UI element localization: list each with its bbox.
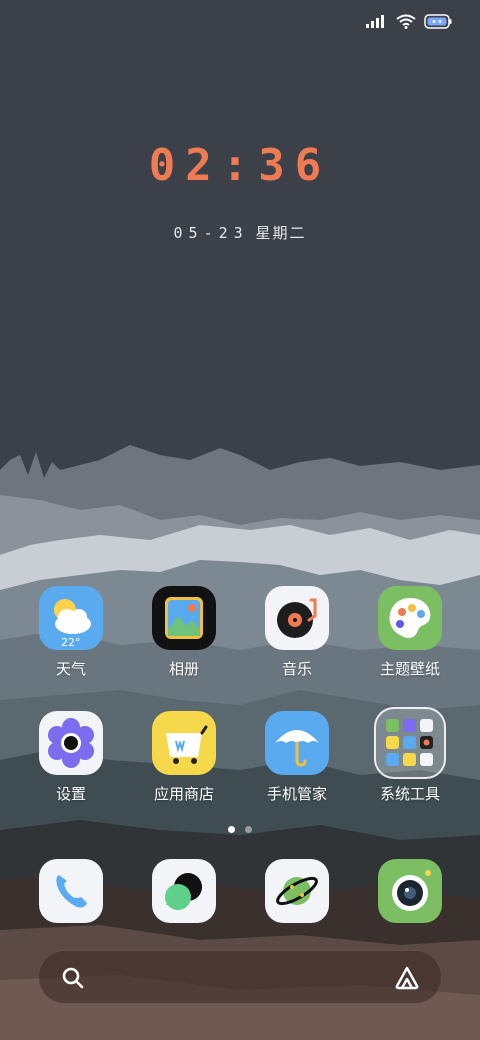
- app-label: 相册: [168, 660, 199, 678]
- dock-camera[interactable]: [378, 859, 442, 923]
- browser-icon: [276, 876, 318, 906]
- app-gallery[interactable]: 相册: [134, 586, 234, 679]
- clock-time[interactable]: 02:36: [0, 140, 480, 191]
- dock-phone[interactable]: [39, 859, 103, 923]
- app-store[interactable]: 应用商店: [134, 711, 234, 804]
- app-settings[interactable]: 设置: [21, 711, 121, 804]
- date-line: 05-23 星期二: [0, 222, 480, 243]
- app-label: 应用商店: [153, 785, 214, 803]
- app-phone-manager[interactable]: 手机管家: [247, 711, 347, 804]
- home-screen: 02:36 05-23 星期二 22° 天气 相册 音乐 主题壁纸 设置 应用商…: [0, 0, 480, 1040]
- app-label: 系统工具: [379, 785, 440, 803]
- assistant-icon[interactable]: [393, 964, 421, 992]
- app-folder-system-tools[interactable]: 系统工具: [360, 707, 460, 804]
- dock-browser[interactable]: [265, 859, 329, 923]
- messages-icon: [165, 873, 202, 910]
- dock-messages[interactable]: [152, 859, 216, 923]
- app-label: 主题壁纸: [379, 660, 440, 678]
- page-dot-1[interactable]: [228, 826, 235, 833]
- weather-icon: 22°: [39, 586, 103, 650]
- date-day: 05-23: [173, 224, 249, 242]
- settings-icon: [39, 711, 103, 775]
- battery-icon: [424, 13, 452, 29]
- status-bar: [366, 10, 452, 32]
- app-store-icon: [152, 711, 216, 775]
- app-weather[interactable]: 22° 天气: [21, 586, 121, 679]
- app-themes[interactable]: 主题壁纸: [360, 586, 460, 679]
- app-label: 手机管家: [266, 785, 327, 803]
- date-weekday: 星期二: [255, 224, 307, 242]
- palette-icon: [378, 586, 442, 650]
- search-icon[interactable]: [59, 964, 87, 992]
- page-indicator[interactable]: [0, 826, 480, 833]
- phone-manager-icon: [265, 711, 329, 775]
- folder-icon: [374, 707, 446, 779]
- app-label: 天气: [55, 660, 86, 678]
- gallery-icon: [152, 586, 216, 650]
- app-label: 音乐: [281, 660, 312, 678]
- app-music[interactable]: 音乐: [247, 586, 347, 679]
- app-label: 设置: [55, 785, 86, 803]
- phone-icon: [56, 875, 87, 908]
- page-dot-2[interactable]: [245, 826, 252, 833]
- music-icon: [265, 586, 329, 650]
- weather-temp: 22°: [61, 636, 81, 649]
- wifi-icon: [396, 14, 416, 29]
- camera-icon: [392, 870, 431, 911]
- signal-icon: [366, 15, 384, 28]
- search-bar[interactable]: [38, 950, 442, 1004]
